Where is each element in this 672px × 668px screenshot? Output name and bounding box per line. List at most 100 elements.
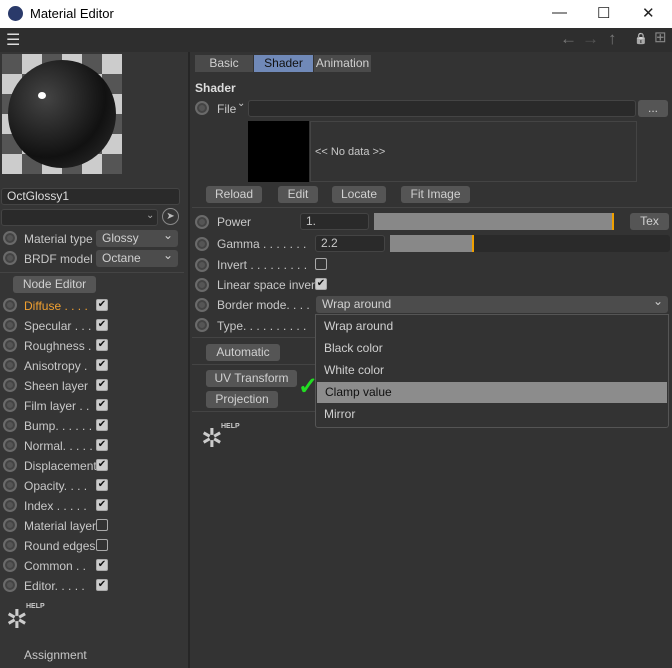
invert-radio[interactable]	[195, 258, 209, 272]
locate-button[interactable]: Locate	[332, 186, 386, 203]
channel-checkbox[interactable]: ✔	[96, 459, 108, 471]
brdf-select[interactable]: Octane	[96, 247, 178, 267]
channel-item[interactable]: Index . . . . . ✔	[0, 495, 188, 515]
dropdown-option[interactable]: Clamp value	[317, 382, 667, 403]
channel-radio[interactable]	[3, 378, 17, 392]
channel-radio[interactable]	[3, 318, 17, 332]
tex-button[interactable]: Tex	[630, 213, 669, 230]
chevron-down-icon[interactable]: ⌄	[237, 98, 245, 109]
tab-shader[interactable]: Shader	[254, 55, 313, 72]
help-icon[interactable]: ✲	[201, 423, 223, 454]
channel-item[interactable]: Sheen layer ✔	[0, 375, 188, 395]
forward-arrow-icon[interactable]: →	[582, 29, 599, 49]
tab-animation[interactable]: Animation	[314, 55, 371, 72]
channel-radio[interactable]	[3, 518, 17, 532]
edit-button[interactable]: Edit	[278, 186, 318, 203]
projection-button[interactable]: Projection	[206, 391, 278, 408]
channel-item[interactable]: Opacity. . . . ✔	[0, 475, 188, 495]
chevron-down-icon[interactable]: ⌄	[146, 210, 154, 221]
panel-divider[interactable]	[188, 52, 190, 668]
channel-checkbox[interactable]: ✔	[96, 479, 108, 491]
help-icon[interactable]: ✲	[6, 604, 28, 635]
type-radio[interactable]	[195, 318, 209, 332]
material-type-radio[interactable]	[3, 231, 17, 245]
material-name-field[interactable]: OctGlossy1	[1, 188, 180, 205]
channel-item[interactable]: Film layer . . ✔	[0, 395, 188, 415]
new-window-icon[interactable]: ⊞	[654, 28, 667, 46]
assignment-tab[interactable]: Assignment	[24, 648, 87, 662]
channel-checkbox[interactable]	[96, 539, 108, 551]
material-type-select[interactable]: Glossy	[96, 227, 178, 247]
channel-item[interactable]: Material layer	[0, 515, 188, 535]
channel-radio[interactable]	[3, 398, 17, 412]
channel-checkbox[interactable]: ✔	[96, 379, 108, 391]
invert-checkbox[interactable]	[315, 258, 327, 270]
browse-button[interactable]: ...	[638, 100, 668, 117]
uv-transform-button[interactable]: UV Transform	[206, 370, 297, 387]
brdf-radio[interactable]	[3, 251, 17, 265]
channel-item[interactable]: Common . . ✔	[0, 555, 188, 575]
dropdown-option[interactable]: White color	[316, 360, 667, 381]
up-arrow-icon[interactable]: ↑	[608, 29, 617, 49]
file-path-field[interactable]	[248, 100, 636, 117]
linear-checkbox[interactable]: ✔	[315, 278, 327, 290]
close-button[interactable]: ✕	[642, 4, 655, 22]
channel-item[interactable]: Round edges	[0, 535, 188, 555]
power-input[interactable]: 1.	[300, 213, 369, 230]
pick-cursor-icon[interactable]: ➤	[162, 208, 179, 225]
channel-item[interactable]: Diffuse . . . . ✔	[0, 295, 188, 315]
dropdown-option[interactable]: Mirror	[316, 404, 667, 425]
border-mode-select[interactable]: Wrap around	[316, 293, 668, 313]
channel-checkbox[interactable]: ✔	[96, 399, 108, 411]
lock-icon[interactable]: 🔒	[634, 32, 648, 45]
channel-radio[interactable]	[3, 298, 17, 312]
channel-checkbox[interactable]: ✔	[96, 419, 108, 431]
channel-item[interactable]: Specular . . . ✔	[0, 315, 188, 335]
channel-checkbox[interactable]	[96, 519, 108, 531]
dropdown-option[interactable]: Wrap around	[316, 316, 667, 337]
dropdown-option[interactable]: Black color	[316, 338, 667, 359]
fit-image-button[interactable]: Fit Image	[401, 186, 470, 203]
channel-radio[interactable]	[3, 358, 17, 372]
link-field[interactable]	[1, 209, 158, 226]
maximize-button[interactable]: ☐	[597, 4, 610, 22]
channel-radio[interactable]	[3, 578, 17, 592]
channel-radio[interactable]	[3, 538, 17, 552]
channel-item[interactable]: Editor. . . . . ✔	[0, 575, 188, 595]
automatic-button[interactable]: Automatic	[206, 344, 280, 361]
back-arrow-icon[interactable]: ←	[560, 29, 577, 49]
power-radio[interactable]	[195, 215, 209, 229]
gamma-input[interactable]: 2.2	[315, 235, 385, 252]
channel-checkbox[interactable]: ✔	[96, 319, 108, 331]
tab-basic[interactable]: Basic	[195, 55, 253, 72]
channel-checkbox[interactable]: ✔	[96, 359, 108, 371]
border-mode-radio[interactable]	[195, 298, 209, 312]
gamma-slider[interactable]	[390, 235, 670, 252]
channel-checkbox[interactable]: ✔	[96, 299, 108, 311]
channel-item[interactable]: Bump. . . . . . ✔	[0, 415, 188, 435]
menu-icon[interactable]: ☰	[6, 30, 20, 50]
channel-radio[interactable]	[3, 338, 17, 352]
gamma-radio[interactable]	[195, 237, 209, 251]
channel-checkbox[interactable]: ✔	[96, 339, 108, 351]
reload-button[interactable]: Reload	[206, 186, 262, 203]
channel-radio[interactable]	[3, 478, 17, 492]
power-slider[interactable]	[374, 213, 614, 230]
channel-radio[interactable]	[3, 498, 17, 512]
channel-checkbox[interactable]: ✔	[96, 559, 108, 571]
channel-item[interactable]: Displacement ✔	[0, 455, 188, 475]
channel-checkbox[interactable]: ✔	[96, 439, 108, 451]
channel-item[interactable]: Normal. . . . . ✔	[0, 435, 188, 455]
file-radio[interactable]	[195, 101, 209, 115]
node-editor-button[interactable]: Node Editor	[13, 276, 96, 293]
channel-checkbox[interactable]: ✔	[96, 579, 108, 591]
channel-item[interactable]: Roughness . ✔	[0, 335, 188, 355]
channel-radio[interactable]	[3, 438, 17, 452]
channel-item[interactable]: Anisotropy . ✔	[0, 355, 188, 375]
channel-radio[interactable]	[3, 558, 17, 572]
minimize-button[interactable]: —	[552, 4, 567, 21]
channel-radio[interactable]	[3, 458, 17, 472]
channel-checkbox[interactable]: ✔	[96, 499, 108, 511]
channel-radio[interactable]	[3, 418, 17, 432]
linear-radio[interactable]	[195, 278, 209, 292]
